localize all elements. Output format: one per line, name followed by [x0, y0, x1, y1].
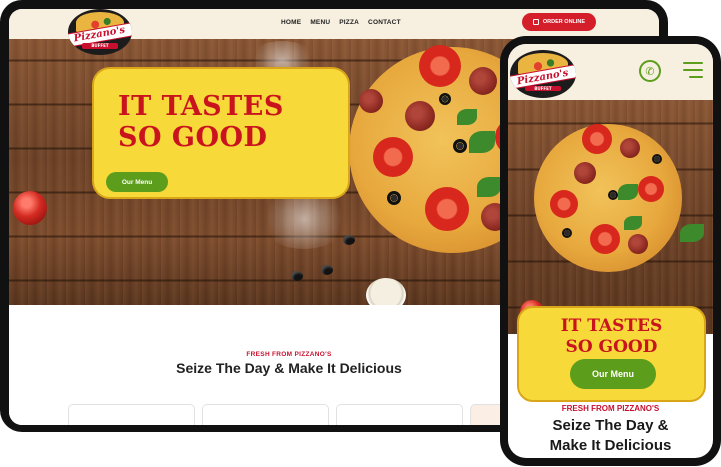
nav-menu[interactable]: MENU: [310, 19, 330, 26]
nav-contact[interactable]: CONTACT: [368, 19, 401, 26]
feature-card[interactable]: [68, 404, 195, 425]
cheese-bowl-decoration: [366, 278, 406, 305]
flying-tomato-decoration: [13, 191, 47, 225]
hamburger-menu-icon[interactable]: [683, 62, 703, 78]
hero-pizza-image: [520, 110, 696, 286]
section-kicker: FRESH FROM PIZZANO'S: [246, 351, 332, 358]
mobile-hero: [508, 100, 713, 334]
phone-frame: Pizzano's BUFFET ✆ IT TASTES SO GOOD Our…: [500, 36, 721, 466]
phone-icon[interactable]: ✆: [639, 60, 661, 82]
logo-subtitle: BUFFET: [82, 43, 118, 49]
feature-card[interactable]: [336, 404, 463, 425]
basil-leaf-decoration: [680, 224, 704, 242]
olive-decoration: [291, 271, 303, 281]
mobile-our-menu-button[interactable]: Our Menu: [570, 359, 656, 389]
mobile-hero-title: IT TASTES SO GOOD: [560, 316, 663, 357]
device-mockup-stage: Pizzano's BUFFET HOME MENU PIZZA CONTACT…: [0, 0, 721, 467]
desktop-header: Pizzano's BUFFET HOME MENU PIZZA CONTACT…: [9, 9, 659, 55]
hero-title: IT TASTES SO GOOD: [118, 91, 284, 153]
olive-decoration: [321, 265, 333, 275]
mobile-logo[interactable]: Pizzano's BUFFET: [510, 50, 576, 98]
nav-home[interactable]: HOME: [281, 19, 301, 26]
desktop-logo[interactable]: Pizzano's BUFFET: [68, 9, 132, 55]
olive-decoration: [343, 235, 355, 245]
order-online-button[interactable]: ORDER ONLINE: [522, 13, 596, 31]
feature-card[interactable]: [202, 404, 329, 425]
main-nav: HOME MENU PIZZA CONTACT: [281, 19, 401, 26]
order-online-label: ORDER ONLINE: [542, 19, 586, 25]
our-menu-button[interactable]: Our Menu: [106, 172, 168, 192]
mobile-section-heading: Seize The Day & Make It Delicious: [549, 417, 672, 454]
mobile-header: Pizzano's BUFFET ✆: [508, 44, 713, 100]
shopping-bag-icon: [532, 19, 539, 25]
mobile-hero-card: IT TASTES SO GOOD Our Menu: [517, 306, 706, 402]
logo-subtitle: BUFFET: [524, 85, 562, 92]
nav-pizza[interactable]: PIZZA: [339, 19, 359, 26]
mobile-section-kicker: FRESH FROM PIZZANO'S: [561, 404, 660, 413]
mobile-screen: Pizzano's BUFFET ✆ IT TASTES SO GOOD Our…: [508, 44, 713, 458]
section-heading: Seize The Day & Make It Delicious: [176, 360, 402, 376]
